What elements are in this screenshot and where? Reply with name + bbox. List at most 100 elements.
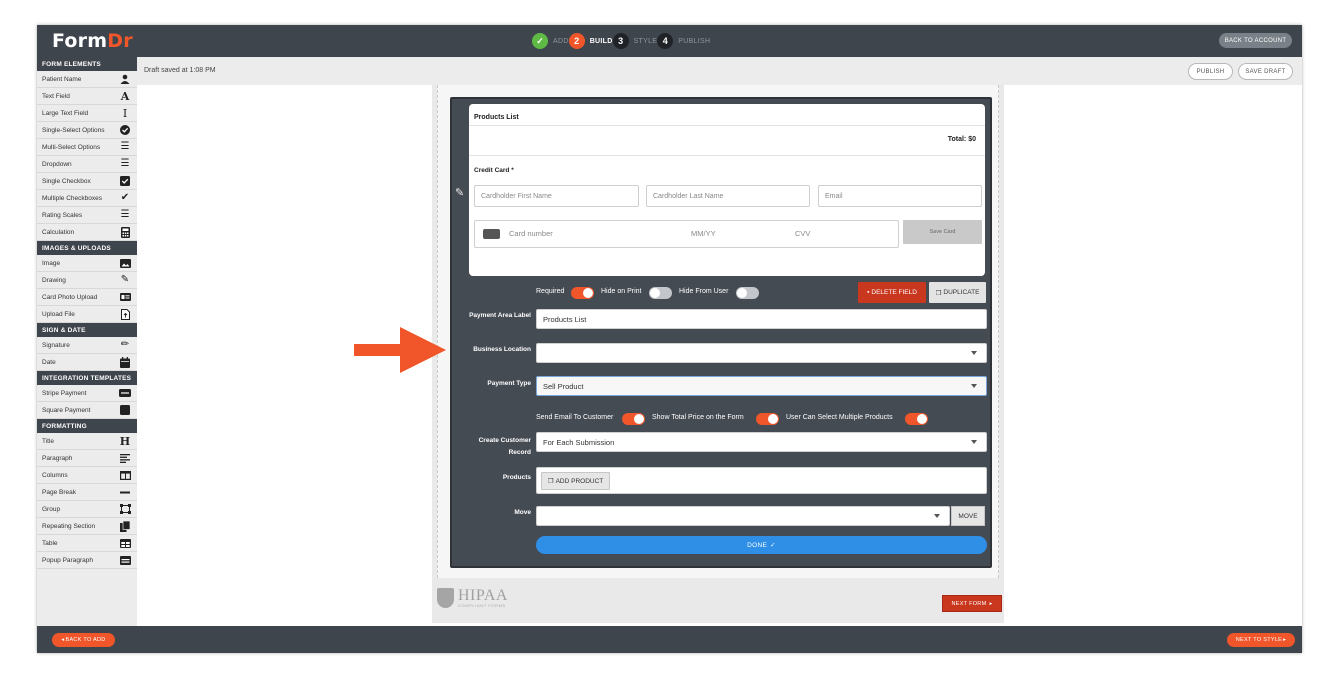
hide-on-print-label: Hide on Print [601,288,642,295]
footer-bar: ◂ BACK TO ADD NEXT TO STYLE ▸ [37,626,1302,653]
sidebar-item-paragraph[interactable]: Paragraph [37,450,137,467]
sidebar-item-label: Stripe Payment [42,389,87,397]
logo-main: Form [52,30,108,52]
create-customer-record-label: Create Customer Record [452,435,531,459]
cardholder-first-name-input[interactable]: Cardholder First Name [474,185,639,207]
text-cursor-icon: I [122,106,128,120]
sidebar-item-rating-scales[interactable]: Rating Scales ☰ [37,207,137,224]
file-icon [119,308,131,320]
copy-icon [119,520,131,532]
sidebar-item-label: Date [42,358,56,366]
page-break-icon [119,486,131,498]
sidebar-item-multi-select[interactable]: Multi-Select Options ☰ [37,139,137,156]
sidebar-item-label: Single-Select Options [42,126,105,134]
id-card-icon [119,291,131,303]
sidebar-item-label: Calculation [42,228,75,236]
card-details-input[interactable]: Card number MM/YY CVV [474,220,899,248]
sidebar-item-date[interactable]: Date [37,354,137,371]
sidebar-item-label: Multiple Checkboxes [42,194,102,202]
save-draft-button[interactable]: SAVE DRAFT [1238,63,1293,80]
sidebar-item-single-select[interactable]: Single-Select Options [37,122,137,139]
card-number-placeholder: Card number [509,229,553,238]
popup-icon [119,554,131,566]
business-location-select[interactable] [536,343,987,363]
section-sign-date: SIGN & DATE [37,323,137,337]
step-style[interactable]: 3 STYLE [612,33,658,49]
formdr-logo[interactable]: FormDr [52,30,133,52]
cardholder-last-name-input[interactable]: Cardholder Last Name [646,185,810,207]
step-add[interactable]: ✓ ADD [532,33,569,49]
sidebar-item-calculation[interactable]: Calculation [37,224,137,241]
paragraph-icon [119,452,131,464]
sidebar-item-page-break[interactable]: Page Break [37,484,137,501]
sidebar-item-dropdown[interactable]: Dropdown ☰ [37,156,137,173]
hide-on-print-toggle[interactable] [649,287,672,299]
sidebar-item-columns[interactable]: Columns [37,467,137,484]
show-total-toggle[interactable] [756,413,779,425]
save-card-button[interactable]: Save Card [903,220,982,244]
sidebar-item-large-text-field[interactable]: Large Text Field I [37,105,137,122]
delete-field-button[interactable]: ▪ DELETE FIELD [858,282,926,303]
sidebar-item-drawing[interactable]: Drawing ✎ [37,272,137,289]
done-button[interactable]: DONE ✓ [536,536,987,554]
sidebar-item-popup-paragraph[interactable]: Popup Paragraph [37,552,137,569]
sidebar-item-card-photo-upload[interactable]: Card Photo Upload [37,289,137,306]
sidebar-item-patient-name[interactable]: Patient Name [37,71,137,88]
move-button[interactable]: MOVE [951,506,985,526]
sidebar-item-label: Repeating Section [42,522,96,530]
chevron-down-icon [934,514,940,518]
email-input[interactable]: Email [818,185,982,207]
step-label: PUBLISH [678,37,711,45]
chevron-right-icon: ▸ [989,600,993,607]
next-form-button[interactable]: NEXT FORM ▸ [942,595,1002,612]
duplicate-button[interactable]: ❐ DUPLICATE [929,282,986,303]
copy-icon: ❐ [935,289,942,297]
edit-icon[interactable]: ✎ [455,186,464,199]
hipaa-logo: HIPAA COMPLIANT FORMS [437,587,508,608]
image-icon [119,257,131,269]
sidebar-item-stripe-payment[interactable]: Stripe Payment [37,385,137,402]
sidebar-item-group[interactable]: Group [37,501,137,518]
payment-type-select[interactable]: Sell Product [536,376,987,396]
create-customer-record-select[interactable]: For Each Submission [536,432,987,452]
sidebar-item-square-payment[interactable]: Square Payment [37,402,137,419]
chevron-right-icon: ▸ [1283,637,1287,643]
sidebar-item-text-field[interactable]: Text Field A [37,88,137,105]
shield-icon [437,588,454,608]
multiple-products-toggle[interactable] [905,413,928,425]
next-form-label: NEXT FORM [951,600,987,607]
sidebar-item-label: Multi-Select Options [42,143,101,151]
step-number: 3 [612,33,629,49]
toggle-knob [737,288,747,298]
done-label: DONE [747,541,768,549]
draft-status: Draft saved at 1:08 PM [144,67,216,74]
cvv-placeholder: CVV [795,229,811,238]
sidebar-item-upload-file[interactable]: Upload File [37,306,137,323]
products-label: Products [502,474,531,481]
sidebar-item-label: Patient Name [42,75,82,83]
sidebar-item-title[interactable]: Title H [37,433,137,450]
sidebar-item-single-checkbox[interactable]: Single Checkbox [37,173,137,190]
sidebar-item-label: Group [42,505,61,513]
move-select[interactable] [536,506,950,526]
sidebar-item-multiple-checkboxes[interactable]: Multiple Checkboxes ✔ [37,190,137,207]
sidebar-item-table[interactable]: Table [37,535,137,552]
multiple-products-label: User Can Select Multiple Products [786,414,893,421]
sidebar-item-signature[interactable]: Signature ✏ [37,337,137,354]
step-publish[interactable]: 4 PUBLISH [657,33,710,49]
next-to-style-button[interactable]: NEXT TO STYLE ▸ [1227,633,1295,647]
sidebar-item-repeating-section[interactable]: Repeating Section [37,518,137,535]
step-build[interactable]: 2 BUILD [568,33,613,49]
back-to-add-button[interactable]: ◂ BACK TO ADD [52,633,115,647]
send-email-toggle[interactable] [622,413,645,425]
sidebar-item-image[interactable]: Image [37,255,137,272]
calendar-icon [119,356,131,368]
payment-area-label-input[interactable]: Products List [536,309,987,329]
stripe-icon [119,387,131,399]
hide-from-user-toggle[interactable] [736,287,759,299]
payment-type-value: Sell Product [543,381,584,391]
publish-button[interactable]: PUBLISH [1188,63,1233,80]
required-toggle[interactable] [571,287,594,299]
back-to-account-button[interactable]: BACK TO ACCOUNT [1219,33,1292,48]
add-product-button[interactable]: ❐ ADD PRODUCT [541,472,610,490]
